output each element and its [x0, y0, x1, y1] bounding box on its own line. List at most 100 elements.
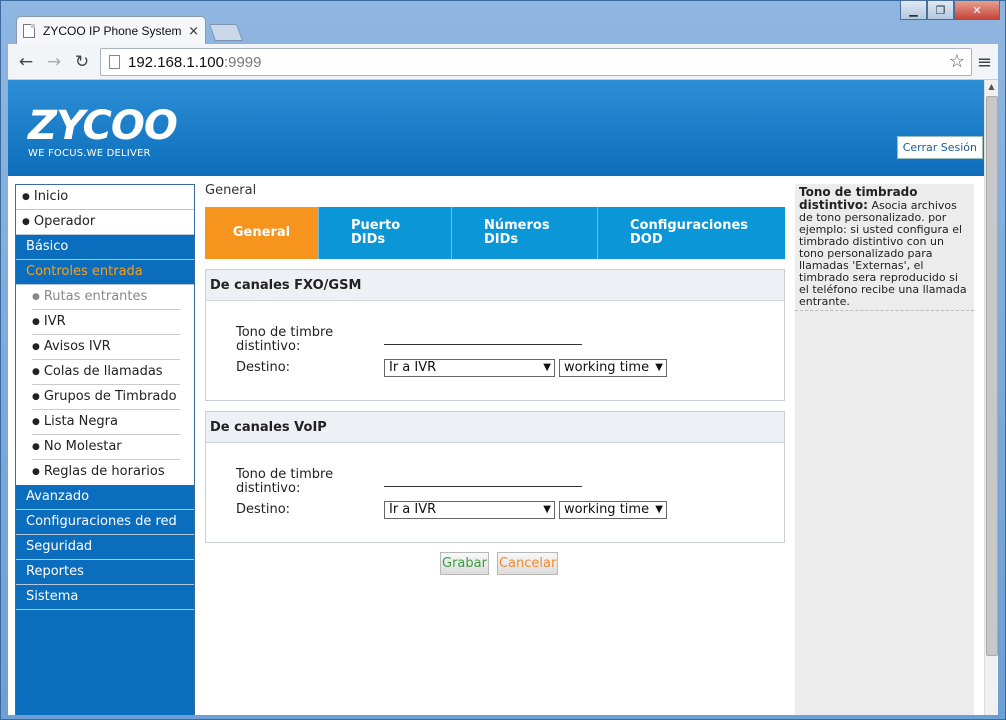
page-favicon-icon [23, 24, 35, 38]
tab-configuraciones-dod[interactable]: Configuraciones DOD [598, 207, 785, 259]
close-window-button[interactable]: ✕ [954, 0, 1000, 20]
nav-item-avanzado[interactable]: Avanzado [16, 485, 194, 510]
nav-subitem-ivr[interactable]: ● IVR [16, 310, 194, 335]
ring-tone-input[interactable] [384, 329, 582, 345]
scroll-up-icon[interactable]: ▲ [985, 80, 998, 94]
tab-label-line2: DOD [630, 232, 663, 247]
tab-close-icon[interactable]: × [188, 24, 199, 39]
bullet-icon: ● [32, 467, 40, 477]
destination-type-select[interactable]: Ir a IVR ▼ [384, 359, 555, 377]
destination-label: Destino: [236, 360, 291, 375]
select-value: Ir a IVR [389, 360, 437, 375]
page-icon [109, 55, 120, 69]
bullet-icon: ● [32, 417, 40, 427]
nav-subitem-rutas-entrantes[interactable]: ● Rutas entrantes [16, 285, 194, 310]
logo-word: ZYCOO [28, 103, 178, 149]
fxo-gsm-panel: De canales FXO/GSM Tono de timbre distint… [205, 269, 785, 401]
select-value: working time [564, 360, 650, 375]
nav-item-seguridad[interactable]: Seguridad [16, 535, 194, 560]
nav-subitem-no-molestar[interactable]: ● No Molestar [16, 435, 194, 460]
tab-label: General [232, 225, 291, 240]
destination-type-select[interactable]: Ir a IVR ▼ [384, 501, 555, 519]
tab-puerto-dids[interactable]: Puerto DIDs [319, 207, 452, 259]
new-tab-button[interactable] [208, 24, 244, 41]
bookmark-star-icon[interactable]: ☆ [949, 51, 965, 72]
tab-general[interactable]: General [205, 207, 319, 259]
select-value: working time [564, 502, 650, 517]
nav-label: Avisos IVR [43, 339, 111, 354]
breadcrumb: General [205, 183, 257, 198]
save-button[interactable]: Grabar [440, 552, 489, 575]
nav-subitem-avisos-ivr[interactable]: ● Avisos IVR [16, 335, 194, 360]
select-value: Ir a IVR [389, 502, 437, 517]
nav-item-basico[interactable]: Básico [16, 235, 194, 260]
help-box: Tono de timbrado distintivo: Asocia arch… [795, 184, 974, 311]
nav-item-inicio[interactable]: ● Inicio [16, 185, 194, 210]
logo-tagline: WE FOCUS.WE DELIVER [28, 148, 151, 159]
dropdown-caret-icon: ▼ [655, 504, 663, 515]
panel-title: De canales VoIP [206, 412, 784, 443]
browser-toolbar: ← → ↻ 192.168.1.100:9999 ☆ ≡ [8, 44, 998, 80]
nav-subitem-colas-de-llamadas[interactable]: ● Colas de llamadas [16, 360, 194, 385]
nav-label: No Molestar [43, 439, 122, 454]
bullet-icon: ● [22, 217, 30, 227]
nav-item-controles-entrada[interactable]: Controles entrada [16, 260, 194, 285]
bullet-icon: ● [32, 292, 40, 302]
form-actions: Grabar Cancelar [440, 552, 559, 575]
ring-tone-input[interactable] [384, 471, 582, 487]
minimize-button[interactable]: ▁ [900, 0, 927, 20]
nav-subitem-lista-negra[interactable]: ● Lista Negra [16, 410, 194, 435]
tab-label-line1: Puerto [351, 218, 401, 233]
browser-menu-icon[interactable]: ≡ [977, 52, 992, 73]
browser-tab[interactable]: ZYCOO IP Phone System ( × [16, 16, 206, 45]
nav-label: IVR [43, 314, 66, 329]
tab-label-line1: Configuraciones [630, 218, 749, 233]
help-sidebar: Tono de timbrado distintivo: Asocia arch… [795, 184, 974, 715]
tab-numeros-dids[interactable]: Números DIDs [452, 207, 598, 259]
nav-label: Operador [33, 214, 96, 229]
nav-label: Colas de llamadas [43, 364, 163, 379]
page-viewport: ZYCOO WE FOCUS.WE DELIVER Cerrar Sesión … [8, 80, 984, 715]
nav-label: Rutas entrantes [43, 289, 148, 304]
destination-label: Destino: [236, 502, 291, 517]
bullet-icon: ● [32, 317, 40, 327]
address-bar[interactable]: 192.168.1.100:9999 ☆ [100, 48, 972, 76]
dropdown-caret-icon: ▼ [543, 362, 551, 373]
dropdown-caret-icon: ▼ [543, 504, 551, 515]
tab-title: ZYCOO IP Phone System ( [43, 24, 185, 38]
nav-item-sistema[interactable]: Sistema [16, 585, 194, 610]
nav-item-operador[interactable]: ● Operador [16, 210, 194, 235]
tab-strip: ZYCOO IP Phone System ( × ▁ ❐ ✕ [0, 0, 1006, 45]
reload-icon[interactable]: ↻ [70, 52, 94, 72]
nav-item-reportes[interactable]: Reportes [16, 560, 194, 585]
tab-label-line2: DIDs [351, 232, 386, 247]
voip-panel: De canales VoIP Tono de timbre distintivo… [205, 411, 785, 543]
nav-subitem-grupos-de-timbrado[interactable]: ● Grupos de Timbrado [16, 385, 194, 410]
page-header: ZYCOO WE FOCUS.WE DELIVER Cerrar Sesión [8, 80, 984, 176]
help-text: Asocia archivos de tono personalizado. p… [799, 199, 967, 308]
vertical-scrollbar[interactable]: ▲ [984, 80, 998, 715]
destination-value-select[interactable]: working time ▼ [559, 501, 667, 519]
ring-tone-label: Tono de timbre distintivo: [236, 467, 334, 496]
forward-arrow-icon[interactable]: → [42, 52, 66, 72]
left-navigation: ● Inicio ● Operador Básico Controles entra… [15, 184, 195, 715]
nav-label: Reglas de horarios [43, 464, 165, 479]
nav-item-configuraciones-de-red[interactable]: Configuraciones de red [16, 510, 194, 535]
cancel-button[interactable]: Cancelar [496, 552, 559, 575]
window-controls: ▁ ❐ ✕ [900, 0, 1000, 20]
bullet-icon: ● [32, 442, 40, 452]
back-arrow-icon[interactable]: ← [14, 52, 38, 72]
nav-subitem-reglas-de-horarios[interactable]: ● Reglas de horarios [16, 460, 194, 485]
bullet-icon: ● [32, 342, 40, 352]
maximize-button[interactable]: ❐ [927, 0, 954, 20]
tab-label-line2: DIDs [484, 232, 519, 247]
url-host: 192.168.1.100 [128, 53, 224, 71]
zycoo-logo: ZYCOO WE FOCUS.WE DELIVER [28, 103, 178, 159]
logout-button[interactable]: Cerrar Sesión [896, 136, 983, 159]
nav-label: Grupos de Timbrado [43, 389, 177, 404]
destination-value-select[interactable]: working time ▼ [559, 359, 667, 377]
dropdown-caret-icon: ▼ [655, 362, 663, 373]
bullet-icon: ● [32, 392, 40, 402]
ring-tone-label: Tono de timbre distintivo: [236, 325, 334, 354]
scrollbar-thumb[interactable] [986, 96, 998, 656]
